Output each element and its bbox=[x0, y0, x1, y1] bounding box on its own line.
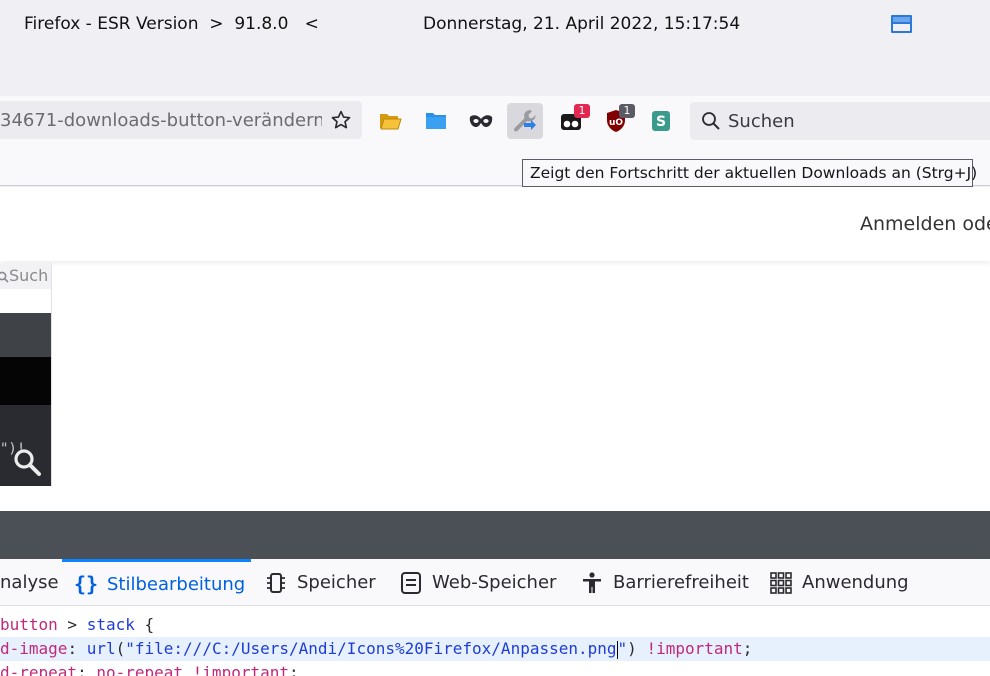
downloads-button[interactable] bbox=[507, 103, 543, 139]
tab-web-storage[interactable]: Web-Speicher bbox=[399, 559, 556, 606]
code-tag: stack bbox=[86, 615, 135, 634]
storage-icon bbox=[401, 571, 421, 594]
css-editor[interactable]: button > stack { d-image: url("file:///C… bbox=[0, 606, 990, 676]
accessibility-icon bbox=[583, 571, 601, 593]
code-colon: : bbox=[67, 639, 87, 658]
folder-icon bbox=[426, 113, 446, 129]
memory-chip-icon bbox=[267, 572, 285, 593]
extension-button-a[interactable]: 1 bbox=[553, 103, 590, 139]
svg-text:{}: {} bbox=[74, 572, 98, 596]
search-placeholder: Suchen bbox=[728, 111, 795, 132]
screenshot-thumbnail[interactable]: Such ")! bbox=[0, 263, 52, 486]
url-text[interactable]: 34671-downloads-button-verändern bbox=[0, 110, 322, 131]
mask-icon bbox=[469, 115, 493, 127]
ublock-badge: 1 bbox=[619, 104, 635, 118]
search-bar[interactable]: Suchen bbox=[690, 102, 990, 140]
code-line-1: button > stack { bbox=[0, 613, 990, 637]
code-semicolon-2: ; bbox=[289, 663, 299, 676]
tab-application[interactable]: Anwendung bbox=[769, 559, 909, 606]
site-header: Anmelden ode bbox=[0, 187, 990, 261]
private-mode-button[interactable] bbox=[463, 103, 499, 139]
tab-style-editor[interactable]: {} Stilbearbeitung bbox=[62, 559, 251, 606]
bookmark-star-icon[interactable] bbox=[330, 109, 352, 131]
code-paren-open: ( bbox=[115, 639, 126, 658]
tab-accessibility-label: Barrierefreiheit bbox=[613, 572, 749, 593]
extension-a-badge: 1 bbox=[574, 104, 590, 118]
tab-application-label: Anwendung bbox=[802, 572, 909, 593]
search-icon bbox=[702, 112, 720, 130]
code-combinator: > bbox=[57, 615, 87, 634]
tab-accessibility[interactable]: Barrierefreiheit bbox=[580, 559, 749, 606]
window-titlebar: Firefox - ESR Version > 91.8.0 < Donners… bbox=[0, 0, 990, 52]
downloads-tooltip: Zeigt den Fortschritt der aktuellen Down… bbox=[522, 159, 977, 187]
code-selector: button bbox=[0, 615, 58, 634]
braces-icon: {} bbox=[74, 572, 98, 596]
code-important-2: !important bbox=[183, 663, 289, 676]
code-function: url bbox=[86, 639, 116, 658]
thumbnail-search-text: Such bbox=[0, 263, 51, 289]
window-layout-icon[interactable] bbox=[891, 15, 912, 33]
thumbnail-gray-band bbox=[0, 313, 51, 357]
tab-performance-label: nalyse bbox=[0, 572, 59, 593]
grid-icon bbox=[770, 571, 792, 594]
thumbnail-search-icon bbox=[0, 271, 9, 283]
thumbnail-black-band bbox=[0, 357, 51, 405]
code-brace: { bbox=[134, 615, 155, 634]
devtools-splitter[interactable] bbox=[0, 511, 990, 559]
code-line-2: d-image: url("file:///C:/Users/Andi/Icon… bbox=[0, 637, 990, 661]
code-property: d-image bbox=[0, 639, 68, 658]
code-paren-close: ) bbox=[627, 639, 647, 658]
code-value: no-repeat bbox=[96, 663, 184, 676]
svg-text:uO: uO bbox=[609, 118, 623, 128]
datetime-text: Donnerstag, 21. April 2022, 15:17:54 bbox=[423, 14, 741, 34]
page-content: Anmelden ode Such ")! bbox=[0, 187, 990, 511]
browser-version-text: Firefox - ESR Version > 91.8.0 < bbox=[24, 14, 319, 34]
code-property-2: d-repeat bbox=[0, 663, 78, 676]
devtools-tabbar: nalyse {} Stilbearbeitung Speicher Web-S… bbox=[0, 559, 990, 606]
code-string: "file:///C:/Users/Andi/Icons%20Firefox/A… bbox=[125, 639, 617, 658]
zoom-magnifier-icon[interactable] bbox=[12, 447, 42, 477]
signin-link[interactable]: Anmelden ode bbox=[860, 213, 990, 235]
folder-button[interactable] bbox=[418, 103, 454, 139]
code-string-end: " bbox=[617, 639, 628, 658]
code-line-3: d-repeat: no-repeat !important; bbox=[0, 661, 990, 676]
url-bar[interactable]: 34671-downloads-button-verändern bbox=[0, 101, 362, 139]
code-colon-2: : bbox=[77, 663, 97, 676]
open-folder-icon bbox=[380, 114, 402, 130]
stylus-icon: S bbox=[652, 111, 670, 131]
tab-web-storage-label: Web-Speicher bbox=[432, 572, 557, 593]
open-folder-button[interactable] bbox=[372, 103, 408, 139]
tab-memory[interactable]: Speicher bbox=[264, 559, 376, 606]
stylus-button[interactable]: S bbox=[643, 103, 679, 139]
svg-text:S: S bbox=[656, 114, 666, 130]
code-semicolon: ; bbox=[742, 639, 753, 658]
code-important: !important bbox=[646, 639, 743, 658]
ublock-button[interactable]: uO 1 bbox=[598, 103, 635, 139]
tab-performance[interactable]: nalyse bbox=[0, 559, 59, 606]
tab-style-editor-label: Stilbearbeitung bbox=[107, 573, 246, 595]
thumbnail-search-label: Such bbox=[9, 266, 49, 285]
tab-memory-label: Speicher bbox=[297, 572, 376, 593]
wrench-download-icon bbox=[514, 110, 536, 132]
